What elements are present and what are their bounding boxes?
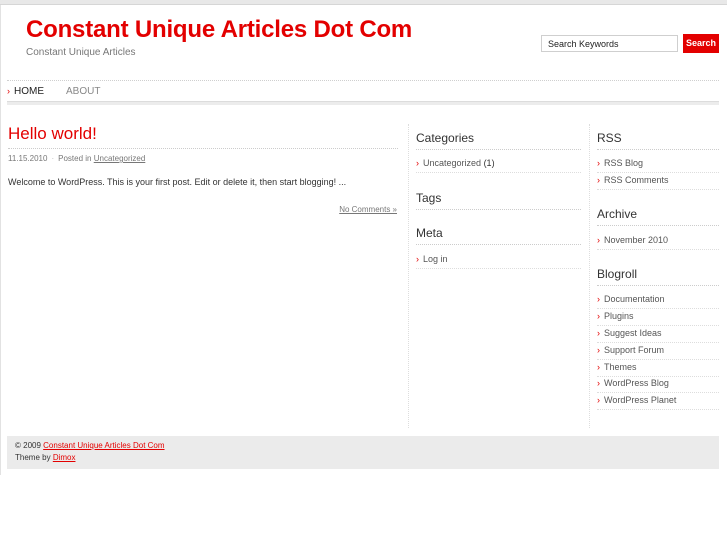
divider: [597, 308, 719, 309]
divider: [597, 172, 719, 173]
divider: [416, 268, 581, 269]
chevron-right-icon: ›: [597, 378, 600, 388]
blogroll-item-label: WordPress Blog: [604, 378, 669, 388]
divider: [597, 149, 719, 150]
blogroll-item[interactable]: › Support Forum: [597, 345, 664, 355]
divider: [597, 392, 719, 393]
blogroll-item-label: WordPress Planet: [604, 395, 677, 405]
categories-heading: Categories: [416, 131, 475, 145]
site-title[interactable]: Constant Unique Articles Dot Com: [26, 16, 412, 44]
archive-heading: Archive: [597, 207, 638, 221]
footer-copyright: © 2009 Constant Unique Articles Dot Com: [15, 441, 165, 450]
nav-item-about[interactable]: ABOUT: [66, 86, 100, 97]
rss-item-label: RSS Blog: [604, 158, 644, 168]
divider: [597, 409, 719, 410]
blogroll-item[interactable]: › WordPress Blog: [597, 378, 669, 388]
divider: [597, 359, 719, 360]
blogroll-item-label: Documentation: [604, 294, 665, 304]
chevron-right-icon: ›: [7, 86, 10, 96]
rss-heading: RSS: [597, 131, 622, 145]
column-divider: [589, 124, 590, 428]
archive-item[interactable]: › November 2010: [597, 235, 668, 245]
divider: [597, 285, 719, 286]
search-button[interactable]: Search: [683, 34, 719, 53]
footer-theme-link[interactable]: Dimox: [53, 453, 76, 462]
blogroll-item[interactable]: › Suggest Ideas: [597, 328, 662, 338]
chevron-right-icon: ›: [597, 158, 600, 168]
post-meta: 11.15.2010 · Posted in Uncategorized: [8, 154, 145, 163]
post-date: 11.15.2010: [8, 154, 48, 163]
chevron-right-icon: ›: [597, 395, 600, 405]
chevron-right-icon: ›: [597, 362, 600, 372]
blogroll-item-label: Themes: [604, 362, 637, 372]
divider: [416, 149, 581, 150]
chevron-right-icon: ›: [416, 254, 419, 264]
divider: [416, 244, 581, 245]
blogroll-item[interactable]: › Plugins: [597, 311, 634, 321]
chevron-right-icon: ›: [597, 294, 600, 304]
separator: ·: [51, 154, 55, 163]
blogroll-item-label: Suggest Ideas: [604, 328, 662, 338]
divider: [597, 225, 719, 226]
nav-item-label: HOME: [14, 86, 44, 97]
rss-item-blog[interactable]: › RSS Blog: [597, 158, 643, 168]
blogroll-item-label: Plugins: [604, 311, 634, 321]
meta-item-label: Log in: [423, 254, 448, 264]
rss-item-comments[interactable]: › RSS Comments: [597, 175, 669, 185]
comments-link[interactable]: No Comments »: [339, 205, 397, 214]
divider: [597, 325, 719, 326]
blogroll-item[interactable]: › Themes: [597, 362, 637, 372]
post-body: Welcome to WordPress. This is your first…: [8, 177, 347, 187]
chevron-right-icon: ›: [597, 311, 600, 321]
page: Constant Unique Articles Dot Com Constan…: [0, 0, 727, 545]
post-title[interactable]: Hello world!: [8, 124, 97, 144]
meta-item-login[interactable]: › Log in: [416, 254, 448, 264]
category-item[interactable]: › Uncategorized (1): [416, 158, 495, 168]
divider: [8, 148, 398, 149]
divider: [597, 376, 719, 377]
chevron-right-icon: ›: [416, 158, 419, 168]
chevron-right-icon: ›: [597, 175, 600, 185]
footer-theme-credit: Theme by Dimox: [15, 453, 75, 462]
category-count: (1): [483, 158, 495, 168]
site-description: Constant Unique Articles: [26, 47, 136, 58]
theme-prefix: Theme by: [15, 453, 51, 462]
divider: [597, 189, 719, 190]
nav-item-home[interactable]: › HOME: [7, 86, 44, 97]
chevron-right-icon: ›: [597, 328, 600, 338]
posted-in-label: Posted in: [58, 154, 92, 163]
meta-heading: Meta: [416, 226, 443, 240]
search-input[interactable]: [541, 35, 678, 52]
top-bar: [0, 0, 727, 5]
blogroll-heading: Blogroll: [597, 267, 638, 281]
blogroll-item[interactable]: › Documentation: [597, 294, 665, 304]
chevron-right-icon: ›: [597, 345, 600, 355]
blogroll-item-label: Support Forum: [604, 345, 665, 355]
column-divider: [408, 124, 409, 428]
copyright-prefix: © 2009: [15, 441, 41, 450]
frame-border: [0, 5, 1, 475]
divider: [597, 342, 719, 343]
divider: [597, 249, 719, 250]
divider: [416, 172, 581, 173]
divider: [416, 209, 581, 210]
archive-item-label: November 2010: [604, 235, 669, 245]
rss-item-label: RSS Comments: [604, 175, 669, 185]
nav-underline: [7, 101, 719, 105]
post-category-link[interactable]: Uncategorized: [94, 154, 146, 163]
tags-heading: Tags: [416, 191, 442, 205]
chevron-right-icon: ›: [597, 235, 600, 245]
blogroll-item[interactable]: › WordPress Planet: [597, 395, 676, 405]
footer-site-link[interactable]: Constant Unique Articles Dot Com: [43, 441, 164, 450]
category-label: Uncategorized: [423, 158, 482, 168]
